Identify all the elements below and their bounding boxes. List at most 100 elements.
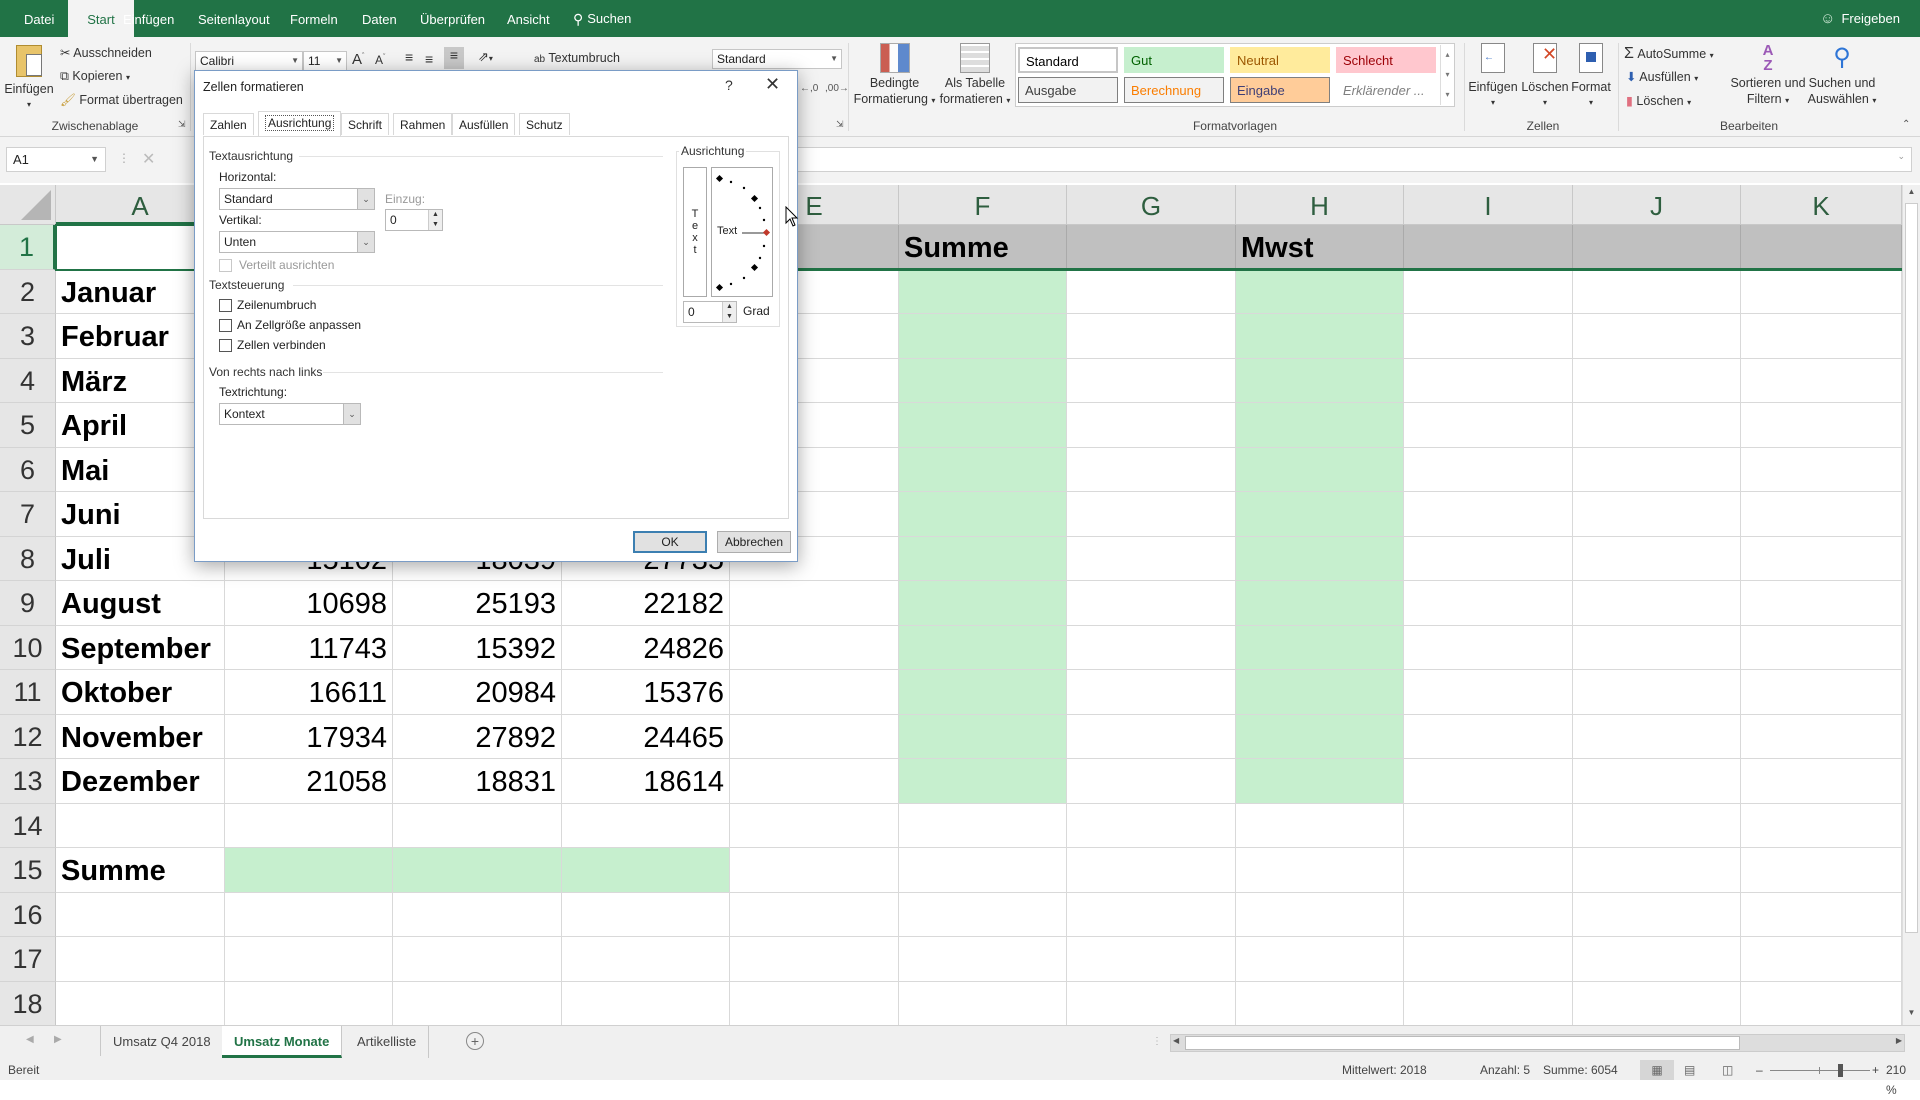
share-button[interactable]: ☺ Freigeben [1820,0,1900,37]
wrap-text-button[interactable]: ab Textumbruch [534,51,620,65]
cell-g11[interactable] [1067,670,1236,715]
zoom-out-button[interactable]: – [1756,1060,1763,1080]
cell-e18[interactable] [730,981,899,1025]
cell-j3[interactable] [1573,314,1741,359]
help-button[interactable]: ? [725,77,733,93]
cell-j13[interactable] [1573,759,1741,804]
cell-j1[interactable] [1573,225,1741,270]
cell-j7[interactable] [1573,492,1741,537]
format-as-table-button[interactable]: Als Tabelle formatieren ▾ [935,43,1015,109]
normal-view-button[interactable]: ▦ [1640,1060,1674,1080]
cell-e14[interactable] [730,803,899,848]
cell-j5[interactable] [1573,403,1741,448]
tab-einfuegen[interactable]: Einfügen [113,0,184,37]
text-direction-select[interactable]: Kontext ⌄ [219,403,361,425]
cell-j9[interactable] [1573,581,1741,626]
cell-f12[interactable] [899,714,1067,759]
cell-c14[interactable] [393,803,562,848]
cell-h7[interactable] [1236,492,1404,537]
cell-e12[interactable] [730,714,899,759]
cell-d14[interactable] [562,803,730,848]
cell-style-neutral[interactable]: Neutral [1230,47,1330,73]
align-top-button[interactable]: ≡ [405,49,413,65]
cell-a15[interactable]: Summe [56,848,225,893]
cell-f6[interactable] [899,447,1067,492]
tab-ansicht[interactable]: Ansicht [497,0,560,37]
cut-button[interactable]: ✂ Ausschneiden [60,45,152,60]
row-header-12[interactable]: 12 [0,714,56,759]
cell-h2[interactable] [1236,269,1404,314]
cell-f18[interactable] [899,981,1067,1025]
cell-b18[interactable] [225,981,393,1025]
cell-h5[interactable] [1236,403,1404,448]
row-header-17[interactable]: 17 [0,937,56,982]
orientation-button[interactable]: ⇗▾ [478,49,493,65]
tab-datei[interactable]: Datei [14,0,64,37]
cell-b13[interactable]: 21058 [225,759,393,804]
cell-h1[interactable]: Mwst [1236,225,1404,270]
vertical-text-toggle[interactable]: Text [683,167,707,297]
shrink-font-button[interactable]: Aˇ [375,53,385,67]
cell-k14[interactable] [1741,803,1902,848]
cell-h15[interactable] [1236,848,1404,893]
cell-h18[interactable] [1236,981,1404,1025]
vertical-scroll-thumb[interactable] [1905,203,1918,933]
cell-h12[interactable] [1236,714,1404,759]
cell-d12[interactable]: 24465 [562,714,730,759]
cell-a11[interactable]: Oktober [56,670,225,715]
cell-g10[interactable] [1067,625,1236,670]
cell-i11[interactable] [1404,670,1573,715]
sheet-tab-artikelliste[interactable]: Artikelliste [345,1026,430,1058]
dialog-tab-schrift[interactable]: Schrift [341,113,390,135]
cell-k2[interactable] [1741,269,1902,314]
cell-k16[interactable] [1741,892,1902,937]
vertical-select[interactable]: Unten ⌄ [219,231,375,253]
page-layout-view-button[interactable]: ▤ [1684,1060,1695,1080]
cell-a12[interactable]: November [56,714,225,759]
cell-i6[interactable] [1404,447,1573,492]
cell-g9[interactable] [1067,581,1236,626]
cell-a9[interactable]: August [56,581,225,626]
row-header-10[interactable]: 10 [0,625,56,670]
cell-i3[interactable] [1404,314,1573,359]
spin-arrows-icon[interactable]: ▲ ▼ [722,302,736,322]
row-header-8[interactable]: 8 [0,536,56,581]
row-header-11[interactable]: 11 [0,670,56,715]
cell-k18[interactable] [1741,981,1902,1025]
cell-g16[interactable] [1067,892,1236,937]
cell-i7[interactable] [1404,492,1573,537]
cell-k7[interactable] [1741,492,1902,537]
cell-j8[interactable] [1573,536,1741,581]
cell-k6[interactable] [1741,447,1902,492]
cell-f16[interactable] [899,892,1067,937]
align-bottom-button[interactable]: ≡ [444,47,464,69]
tab-formeln[interactable]: Formeln [280,0,348,37]
scroll-right-icon[interactable]: ▶ [1896,1036,1902,1045]
row-header-14[interactable]: 14 [0,803,56,848]
degrees-spinner[interactable]: 0 ▲ ▼ [683,301,737,323]
cell-d11[interactable]: 15376 [562,670,730,715]
cell-h11[interactable] [1236,670,1404,715]
scroll-up-icon[interactable]: ▲ [1905,187,1918,200]
cell-b10[interactable]: 11743 [225,625,393,670]
tab-ueberpruefen[interactable]: Überprüfen [410,0,495,37]
dialog-launcher-icon[interactable]: ⇲ [178,119,186,130]
autosum-button[interactable]: Σ AutoSumme ▾ [1624,45,1714,63]
cell-k5[interactable] [1741,403,1902,448]
cell-h14[interactable] [1236,803,1404,848]
find-select-button[interactable]: ⚲ Suchen und Auswählen ▾ [1800,43,1884,109]
row-header-2[interactable]: 2 [0,269,56,314]
cell-e9[interactable] [730,581,899,626]
cell-style-eingabe[interactable]: Eingabe [1230,77,1330,103]
tell-me-search[interactable]: ⚲ Suchen [563,0,641,37]
expand-formula-icon[interactable]: ⌄ [1897,151,1905,162]
tab-seitenlayout[interactable]: Seitenlayout [188,0,280,37]
cell-k9[interactable] [1741,581,1902,626]
cell-g17[interactable] [1067,937,1236,982]
orientation-dial[interactable]: Text [711,167,773,297]
merge-cells-checkbox[interactable] [219,339,232,352]
dialog-tab-ausrichtung[interactable]: Ausrichtung [258,111,342,136]
cell-h10[interactable] [1236,625,1404,670]
cell-a14[interactable] [56,803,225,848]
cell-i5[interactable] [1404,403,1573,448]
